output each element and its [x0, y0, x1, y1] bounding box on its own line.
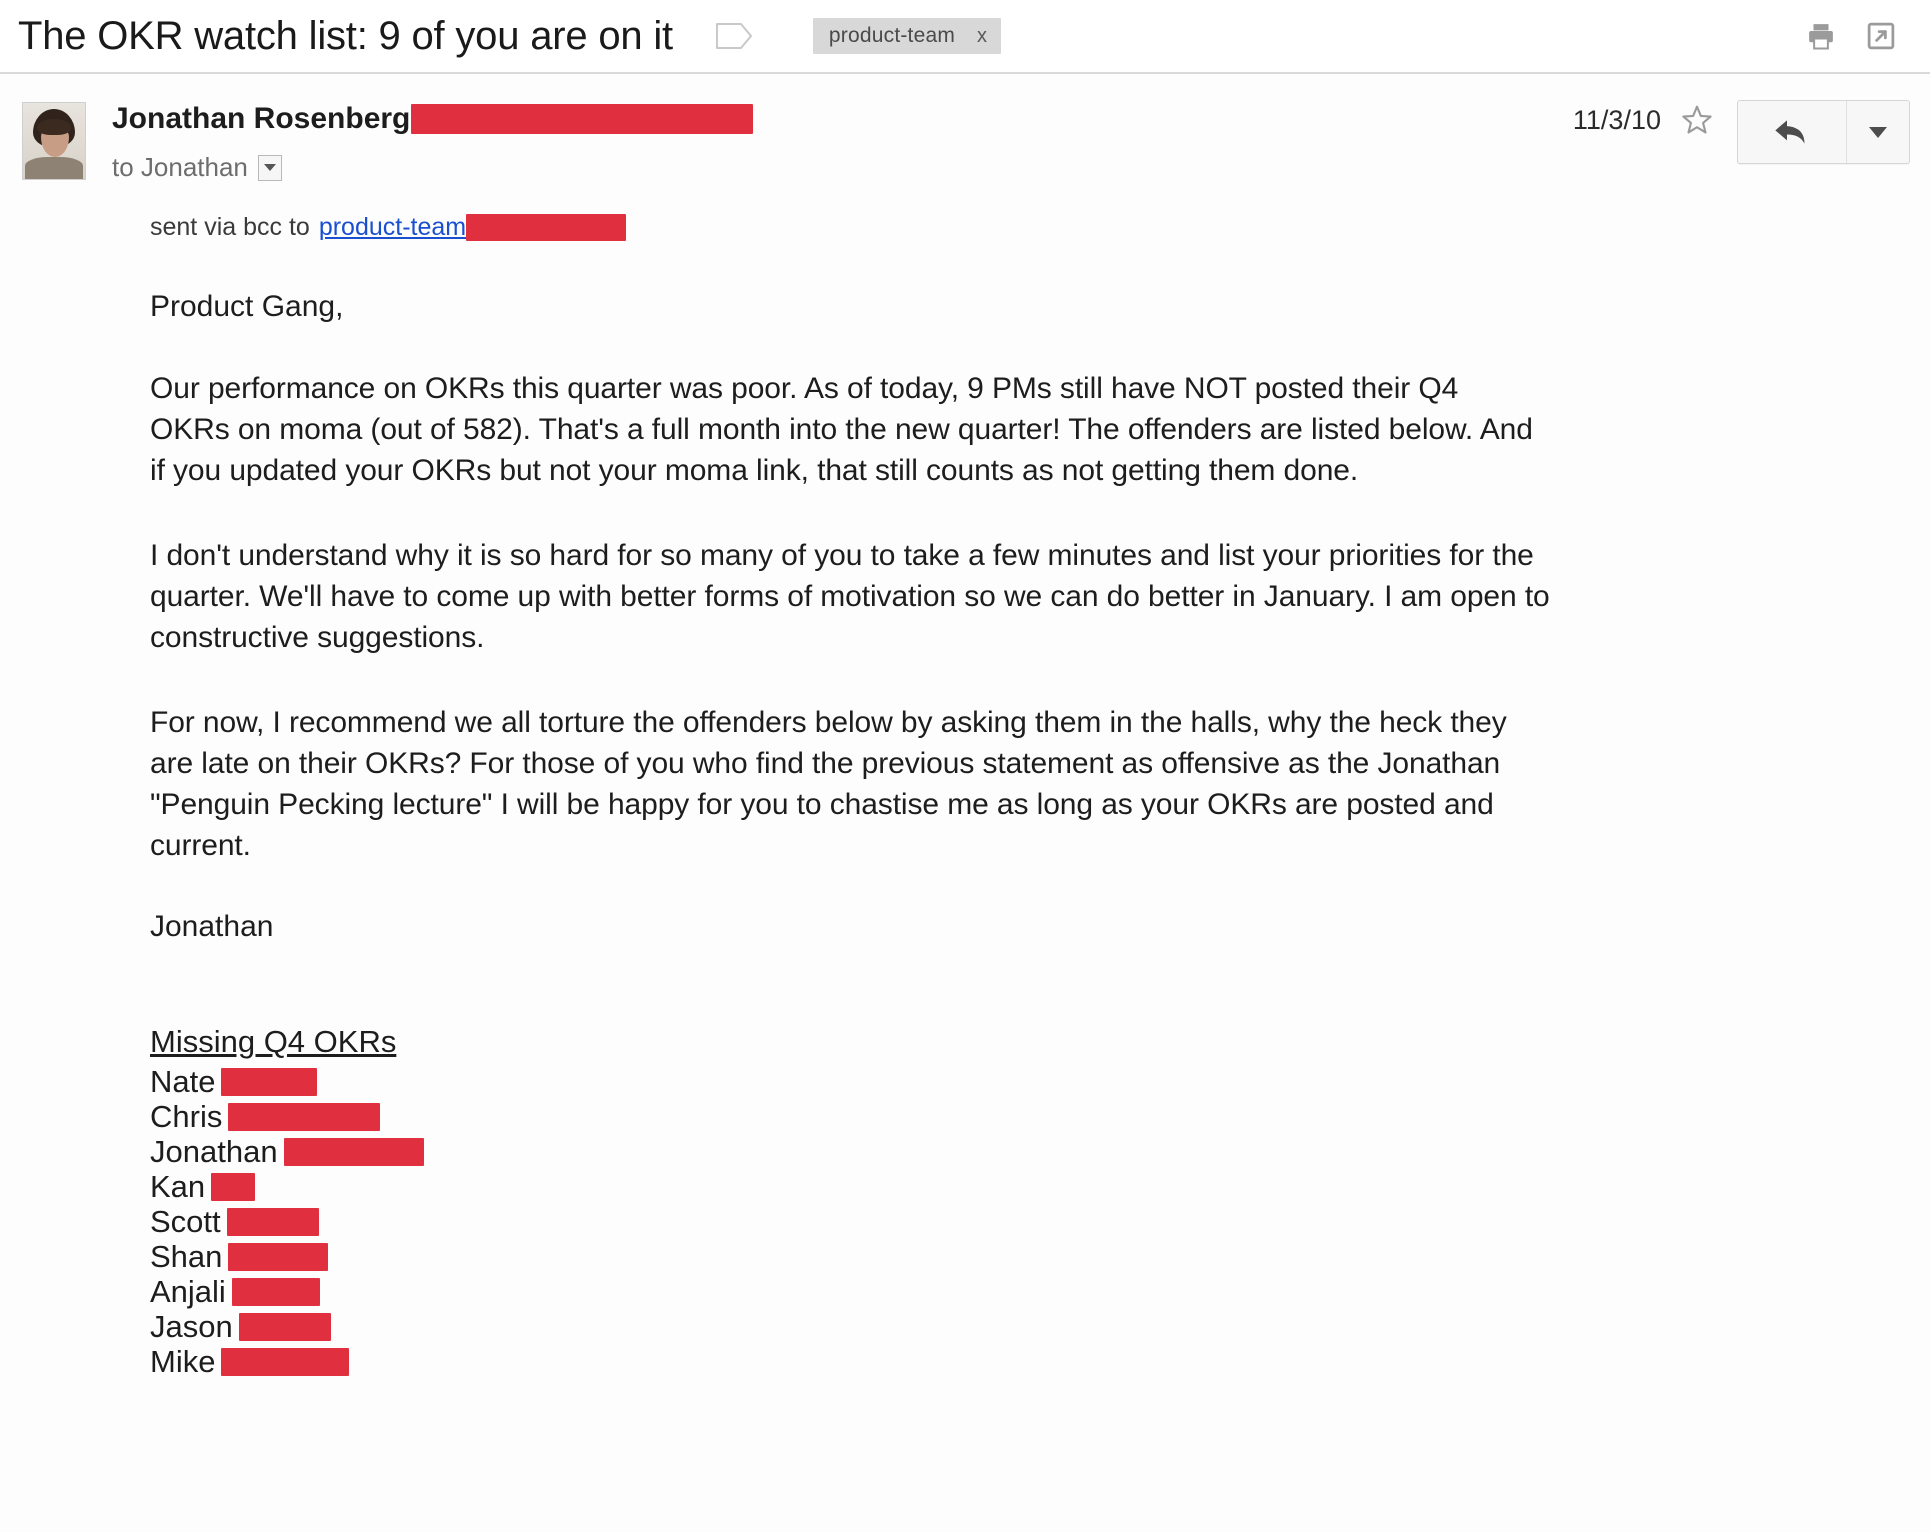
list-item: Anjali	[150, 1274, 1900, 1309]
message-body: sent via bcc to product-team Product Gan…	[0, 183, 1930, 1379]
offender-first-name: Mike	[150, 1343, 216, 1379]
offender-list-section: Missing Q4 OKRs Nate Chris Jonathan Kan Scot…	[150, 1024, 1900, 1379]
offender-first-name: Scott	[150, 1203, 221, 1239]
body-paragraph-3: For now, I recommend we all torture the …	[150, 706, 1507, 862]
redacted-offender-last-name	[228, 1242, 329, 1271]
offender-first-name: Nate	[150, 1063, 216, 1099]
list-item: Nate	[150, 1064, 1900, 1099]
bcc-prefix: sent via bcc to	[150, 213, 310, 241]
offender-first-name: Shan	[150, 1238, 223, 1274]
subject-actions	[1804, 19, 1910, 53]
label-chip-product-team[interactable]: product-team x	[812, 18, 1002, 54]
page-title: The OKR watch list: 9 of you are on it	[18, 14, 673, 58]
avatar	[22, 102, 86, 180]
list-item: Scott	[150, 1204, 1900, 1239]
offender-list-heading: Missing Q4 OKRs	[150, 1024, 397, 1059]
redacted-offender-last-name	[228, 1102, 381, 1131]
redacted-sender-email	[411, 104, 754, 134]
message-date: 11/3/10	[1572, 105, 1661, 135]
printer-icon[interactable]	[1804, 19, 1838, 53]
reply-button-group	[1737, 100, 1910, 164]
bcc-recipient-link[interactable]: product-team	[319, 213, 466, 242]
from-line: Jonathan Rosenberg	[112, 98, 1573, 140]
list-item: Kan	[150, 1169, 1900, 1204]
offender-first-name: Anjali	[150, 1273, 226, 1309]
message-actions: 11/3/10	[1573, 100, 1910, 183]
offender-first-name: Jonathan	[150, 1133, 278, 1169]
recipient-line: to Jonathan	[112, 152, 1573, 183]
body-paragraph-1: Our performance on OKRs this quarter was…	[150, 372, 1533, 487]
list-item: Mike	[150, 1344, 1900, 1379]
redacted-offender-last-name	[226, 1207, 319, 1236]
offender-first-name: Chris	[150, 1098, 223, 1134]
star-icon[interactable]	[1679, 100, 1715, 140]
signature-text: Jonathan	[150, 910, 274, 943]
label-chip-remove-icon[interactable]: x	[977, 25, 987, 48]
redacted-offender-last-name	[221, 1347, 350, 1376]
recipient-label: to Jonathan	[112, 152, 248, 182]
redacted-offender-last-name	[238, 1312, 331, 1341]
body-paragraph-2: I don't understand why it is so hard for…	[150, 539, 1550, 654]
open-in-new-window-icon[interactable]	[1864, 19, 1898, 53]
list-item: Jason	[150, 1309, 1900, 1344]
list-item: Jonathan	[150, 1134, 1900, 1169]
reply-arrow-icon[interactable]	[1738, 101, 1847, 163]
chevron-down-icon[interactable]	[257, 154, 282, 181]
greeting-text: Product Gang,	[150, 290, 344, 323]
offender-list: Nate Chris Jonathan Kan Scott Shan Anjali Jason…	[150, 1064, 1900, 1379]
redacted-offender-last-name	[211, 1172, 256, 1201]
redacted-offender-last-name	[283, 1137, 424, 1166]
sender-info: Jonathan Rosenberg to Jonathan	[112, 98, 1573, 183]
label-chip-text: product-team	[828, 24, 956, 47]
redacted-offender-last-name	[221, 1067, 318, 1096]
list-item: Shan	[150, 1239, 1900, 1274]
redacted-offender-last-name	[231, 1277, 320, 1306]
label-tag-icon	[715, 21, 755, 51]
offender-first-name: Jason	[150, 1308, 233, 1344]
message-header: Jonathan Rosenberg to Jonathan 11/3/10	[0, 74, 1930, 183]
subject-bar: The OKR watch list: 9 of you are on it p…	[0, 0, 1930, 72]
redacted-bcc-domain	[466, 214, 627, 241]
list-item: Chris	[150, 1099, 1900, 1134]
email-message-view: The OKR watch list: 9 of you are on it p…	[0, 0, 1930, 1532]
bcc-line: sent via bcc to product-team	[150, 213, 1900, 242]
reply-options-chevron-down-icon[interactable]	[1847, 101, 1909, 163]
offender-first-name: Kan	[150, 1168, 206, 1204]
sender-name: Jonathan Rosenberg	[112, 102, 411, 135]
